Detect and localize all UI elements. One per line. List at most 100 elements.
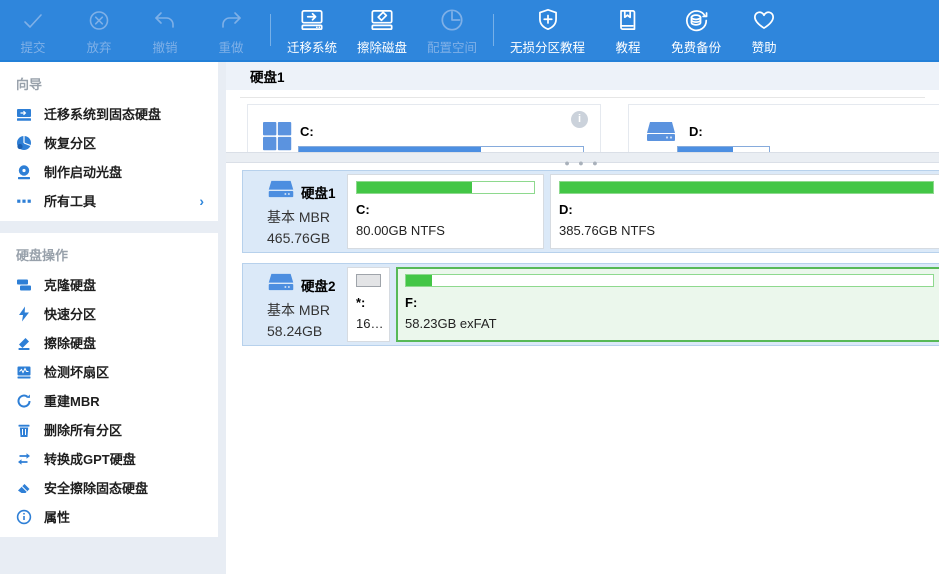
sidebar-item-label: 重建MBR — [44, 391, 100, 410]
sidebar-item-label: 快速分区 — [44, 304, 96, 323]
redo-icon — [218, 4, 244, 34]
sidebar-item-label: 所有工具 — [44, 191, 96, 210]
sidebar-item-label: 检测坏扇区 — [44, 362, 109, 381]
disk-row-2[interactable]: 硬盘2 基本 MBR 58.24GB *: 16… F: 58.23GB exF… — [242, 263, 939, 346]
info-icon[interactable]: i — [571, 111, 588, 128]
brush-icon — [16, 335, 32, 351]
pie-recover-icon — [16, 135, 32, 151]
disk-list: 硬盘1 基本 MBR 465.76GB C: 80.00GB NTFS — [226, 163, 939, 574]
disk2-info: 硬盘2 基本 MBR 58.24GB — [243, 264, 347, 339]
tutorial-button[interactable]: 教程 — [595, 0, 661, 60]
eraser-disk-icon — [368, 4, 396, 34]
drive-icon — [645, 120, 677, 151]
rebuild-refresh-icon — [16, 393, 32, 409]
sidebar-item-rebuild-mbr[interactable]: 重建MBR — [0, 386, 218, 415]
free-backup-button[interactable]: 免费备份 — [661, 0, 731, 60]
partition-c-label: C: — [356, 202, 535, 217]
sidebar-item-secure-erase-ssd[interactable]: 安全擦除固态硬盘 — [0, 473, 218, 502]
sidebar-item-label: 制作启动光盘 — [44, 162, 122, 181]
trash-icon — [16, 422, 32, 438]
partition-tutorial-label: 无损分区教程 — [510, 37, 585, 56]
sidebar-item-label: 转换成GPT硬盘 — [44, 449, 136, 468]
bootable-disc-icon — [16, 164, 32, 180]
ssd-migrate-icon — [16, 106, 32, 122]
shield-plus-icon — [534, 4, 562, 34]
panel-splitter[interactable]: ● ● ● — [226, 152, 939, 163]
toolbar-separator — [493, 14, 494, 46]
sidebar-item-recover-partition[interactable]: 恢复分区 — [0, 128, 218, 157]
tutorial-label: 教程 — [616, 37, 641, 56]
main-panel: 硬盘1 C: i D: ● ● ● — [226, 62, 939, 574]
sidebar-item-clone-disk[interactable]: 克隆硬盘 — [0, 270, 218, 299]
partition-c-usage-fill — [357, 182, 472, 193]
redo-button[interactable]: 重做 — [198, 0, 264, 60]
toolbar-separator — [270, 14, 271, 46]
partition-f-label: F: — [405, 295, 934, 310]
undo-button[interactable]: 撤销 — [132, 0, 198, 60]
sidebar-item-delete-all-partitions[interactable]: 删除所有分区 — [0, 415, 218, 444]
migrate-system-label: 迁移系统 — [287, 37, 337, 56]
partition-star[interactable]: *: 16… — [347, 267, 390, 342]
wipe-disk-button[interactable]: 擦除磁盘 — [347, 0, 417, 60]
disk-operations-section-title: 硬盘操作 — [0, 233, 218, 270]
disk1-info: 硬盘1 基本 MBR 465.76GB — [243, 171, 347, 246]
surface-test-icon — [16, 364, 32, 380]
tab-disk1[interactable]: 硬盘1 — [250, 66, 285, 86]
overview-card-d[interactable]: D: — [628, 104, 939, 152]
partition-f-usage-fill — [406, 275, 432, 286]
partition-c[interactable]: C: 80.00GB NTFS — [347, 174, 544, 249]
sidebar-item-label: 安全擦除固态硬盘 — [44, 478, 148, 497]
overview-drive-d-label: D: — [689, 124, 703, 139]
migrate-disk-icon — [298, 4, 326, 34]
check-icon — [20, 4, 46, 34]
pie-clock-icon — [438, 4, 466, 34]
disk1-size: 465.76GB — [267, 230, 347, 246]
sidebar-item-label: 删除所有分区 — [44, 420, 122, 439]
migrate-system-button[interactable]: 迁移系统 — [277, 0, 347, 60]
free-backup-label: 免费备份 — [671, 37, 721, 56]
partition-d-info: 385.76GB NTFS — [559, 223, 934, 238]
sidebar-item-convert-to-gpt[interactable]: 转换成GPT硬盘 — [0, 444, 218, 473]
heart-icon — [750, 4, 778, 34]
convert-sync-icon — [16, 451, 32, 467]
disk2-name: 硬盘2 — [301, 275, 336, 295]
overview-card-c[interactable]: C: i — [247, 104, 601, 152]
commit-button[interactable]: 提交 — [0, 0, 66, 60]
disk-row-1[interactable]: 硬盘1 基本 MBR 465.76GB C: 80.00GB NTFS — [242, 170, 939, 253]
sidebar-item-check-bad-sectors[interactable]: 检测坏扇区 — [0, 357, 218, 386]
sidebar-item-properties[interactable]: 属性 — [0, 502, 218, 531]
sidebar-item-label: 恢复分区 — [44, 133, 96, 152]
chevron-right-icon: › — [199, 193, 204, 209]
partition-d[interactable]: D: 385.76GB NTFS — [550, 174, 939, 249]
partition-f[interactable]: F: 58.23GB exFAT — [396, 267, 939, 342]
partition-d-usage-bar — [559, 181, 934, 194]
sidebar-item-label: 擦除硬盘 — [44, 333, 96, 352]
disk2-partitions: *: 16… F: 58.23GB exFAT — [347, 267, 939, 342]
backup-sync-icon — [682, 4, 710, 34]
sidebar-section-disk-operations: 硬盘操作 克隆硬盘 快速分区 擦除硬盘 检测坏扇区 重建MBR — [0, 233, 218, 537]
drive-overview-panel: C: i D: — [226, 100, 939, 152]
partition-f-usage-bar — [405, 274, 934, 287]
redo-label: 重做 — [218, 37, 243, 56]
toolbar: 提交 放弃 撤销 重做 迁移系统 擦除磁盘 配置空间 无损分区教程 — [0, 0, 939, 62]
sidebar-item-wipe-hard-drive[interactable]: 擦除硬盘 — [0, 328, 218, 357]
sidebar-item-quick-partition[interactable]: 快速分区 — [0, 299, 218, 328]
discard-button[interactable]: 放弃 — [66, 0, 132, 60]
clone-disk-icon — [16, 277, 32, 293]
wipe-disk-label: 擦除磁盘 — [357, 37, 407, 56]
sidebar-item-migrate-os-to-ssd[interactable]: 迁移系统到固态硬盘 — [0, 99, 218, 128]
sponsor-button[interactable]: 赞助 — [731, 0, 797, 60]
commit-label: 提交 — [20, 37, 45, 56]
sidebar-section-wizard: 向导 迁移系统到固态硬盘 恢复分区 制作启动光盘 所有工具 › — [0, 62, 218, 221]
windows-logo-icon — [263, 122, 292, 152]
disk1-type: 基本 MBR — [267, 207, 347, 227]
sidebar: 向导 迁移系统到固态硬盘 恢复分区 制作启动光盘 所有工具 › 硬盘操作 — [0, 62, 226, 574]
partition-d-usage-fill — [560, 182, 933, 193]
discard-label: 放弃 — [86, 37, 111, 56]
ellipsis-icon — [16, 193, 32, 209]
sidebar-item-make-bootable-cd[interactable]: 制作启动光盘 — [0, 157, 218, 186]
sponsor-label: 赞助 — [752, 37, 777, 56]
partition-tutorial-button[interactable]: 无损分区教程 — [500, 0, 595, 60]
allocate-space-button[interactable]: 配置空间 — [417, 0, 487, 60]
sidebar-item-all-tools[interactable]: 所有工具 › — [0, 186, 218, 215]
